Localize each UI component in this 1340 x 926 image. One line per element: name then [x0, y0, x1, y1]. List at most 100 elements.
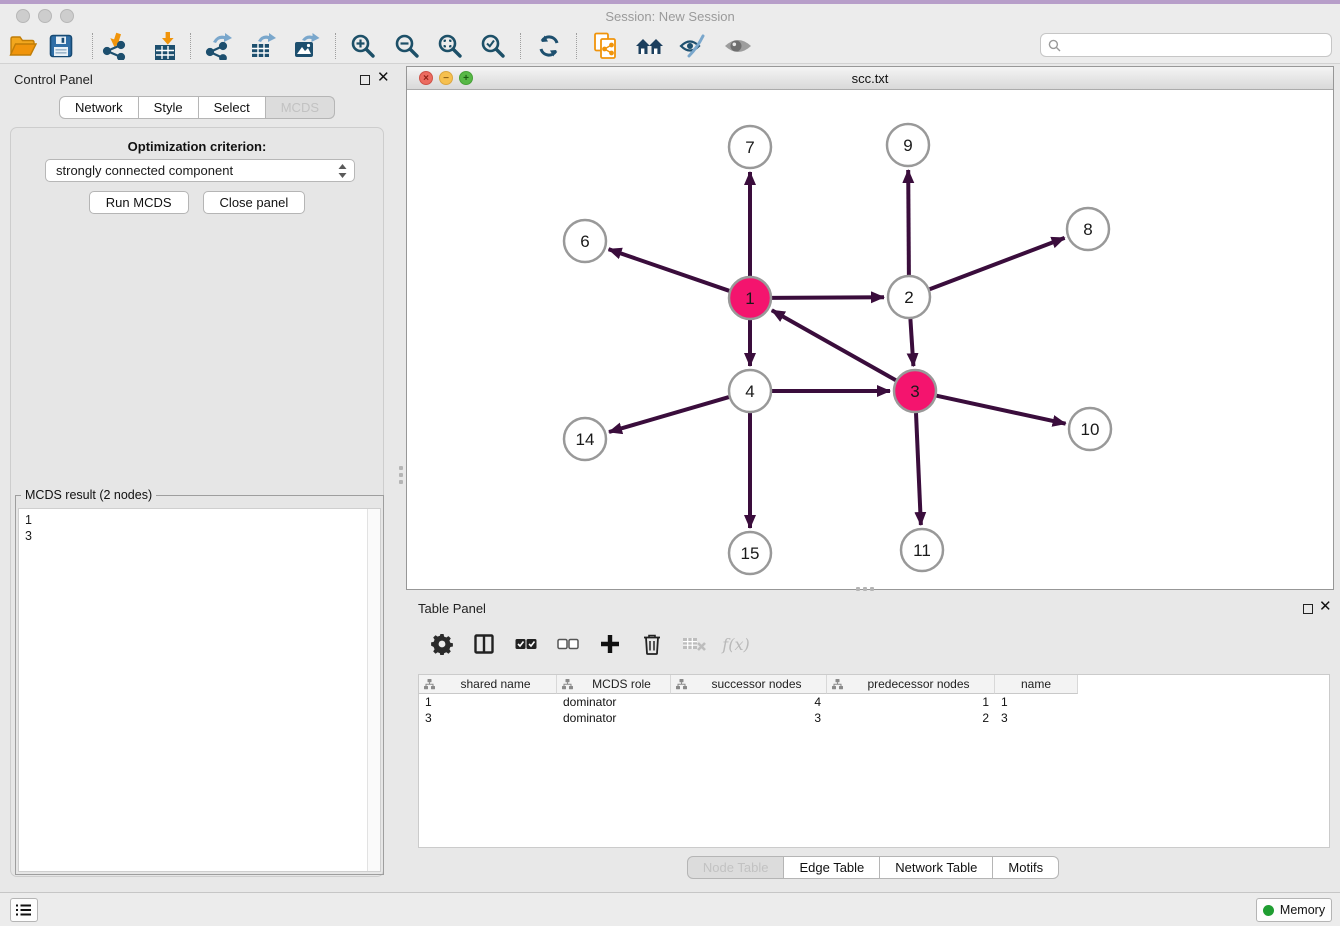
memory-button[interactable]: Memory — [1256, 898, 1332, 922]
table-settings-icon[interactable] — [428, 630, 456, 658]
network-graph[interactable]: 7 9 6 8 1 2 4 3 14 10 15 11 — [407, 90, 1333, 589]
column-header-MCDS-role[interactable]: MCDS role — [557, 675, 671, 694]
tab-network[interactable]: Network — [59, 96, 139, 119]
search-field[interactable] — [1040, 33, 1332, 57]
search-input[interactable] — [1066, 36, 1331, 54]
edge-2-3[interactable] — [910, 319, 913, 366]
hide-selected-icon[interactable] — [676, 30, 710, 62]
save-session-icon[interactable] — [44, 30, 78, 62]
cell[interactable]: 1 — [827, 694, 995, 710]
node-2[interactable]: 2 — [888, 276, 930, 318]
memory-status-icon — [1263, 905, 1274, 916]
vertical-splitter-handle[interactable] — [399, 466, 403, 484]
apply-layout-icon[interactable] — [532, 30, 566, 62]
add-row-icon[interactable] — [596, 630, 624, 658]
node-table: shared nameMCDS rolesuccessor nodesprede… — [418, 674, 1330, 848]
node-11[interactable]: 11 — [901, 529, 943, 571]
cell[interactable]: 3 — [671, 710, 827, 726]
table-toolbar: f(x) — [418, 622, 1334, 666]
node-14[interactable]: 14 — [564, 418, 606, 460]
mcds-panel: Optimization criterion: strongly connect… — [10, 127, 384, 877]
node-1[interactable]: 1 — [729, 277, 771, 319]
cell[interactable]: 4 — [671, 694, 827, 710]
toolbar-separator — [520, 33, 521, 59]
float-panel-icon[interactable] — [360, 75, 370, 85]
column-header-predecessor-nodes[interactable]: predecessor nodes — [827, 675, 995, 694]
show-graphics-details-icon[interactable] — [721, 30, 755, 62]
float-table-panel-icon[interactable] — [1303, 604, 1313, 614]
horizontal-splitter-handle[interactable] — [856, 587, 874, 591]
export-table-icon[interactable] — [246, 30, 280, 62]
tab-select[interactable]: Select — [199, 96, 266, 119]
edge-2-9[interactable] — [908, 170, 909, 275]
tab-style[interactable]: Style — [139, 96, 199, 119]
node-7[interactable]: 7 — [729, 126, 771, 168]
node-15[interactable]: 15 — [729, 532, 771, 574]
node-9[interactable]: 9 — [887, 124, 929, 166]
cell[interactable]: 3 — [995, 710, 1078, 726]
import-table-icon[interactable] — [149, 30, 183, 62]
mcds-result-textarea[interactable]: 1 3 — [18, 508, 381, 872]
node-4[interactable]: 4 — [729, 370, 771, 412]
toggle-columns-icon[interactable] — [470, 630, 498, 658]
delete-row-icon[interactable] — [638, 630, 666, 658]
zoom-selected-icon[interactable] — [476, 30, 510, 62]
cell[interactable]: 3 — [419, 710, 557, 726]
column-header-shared-name[interactable]: shared name — [419, 675, 557, 694]
clone-network-icon[interactable] — [589, 30, 623, 62]
column-header-name[interactable]: name — [995, 675, 1078, 694]
node-6[interactable]: 6 — [564, 220, 606, 262]
control-panel-tabs: NetworkStyleSelectMCDS — [59, 96, 335, 119]
column-header-successor-nodes[interactable]: successor nodes — [671, 675, 827, 694]
export-image-icon[interactable] — [289, 30, 323, 62]
edge-2-8[interactable] — [930, 238, 1065, 289]
table-tabs: Node TableEdge TableNetwork TableMotifs — [687, 856, 1059, 879]
cell[interactable]: 2 — [827, 710, 995, 726]
edge-3-11[interactable] — [916, 413, 921, 525]
close-table-panel-icon[interactable]: ✕ — [1319, 598, 1332, 616]
table-row[interactable]: 3dominator323 — [419, 710, 1329, 726]
optimization-label: Optimization criterion: — [11, 139, 383, 154]
open-session-icon[interactable] — [6, 30, 40, 62]
table-tab-node-table[interactable]: Node Table — [687, 856, 785, 879]
optimization-dropdown[interactable]: strongly connected component — [45, 159, 355, 182]
edge-4-14[interactable] — [609, 397, 729, 432]
edge-1-2[interactable] — [772, 297, 884, 298]
show-panels-button[interactable] — [10, 898, 38, 922]
table-tab-network-table[interactable]: Network Table — [880, 856, 993, 879]
edge-3-10[interactable] — [937, 396, 1066, 424]
cell[interactable]: dominator — [557, 710, 671, 726]
close-panel-icon[interactable]: ✕ — [377, 69, 390, 87]
cell[interactable]: 1 — [995, 694, 1078, 710]
table-tab-edge-table[interactable]: Edge Table — [784, 856, 880, 879]
deselect-all-columns-icon[interactable] — [554, 630, 582, 658]
toolbar-separator — [576, 33, 577, 59]
cell[interactable]: dominator — [557, 694, 671, 710]
select-all-columns-icon[interactable] — [512, 630, 540, 658]
network-window: × − + scc.txt 7 9 6 8 1 2 4 3 14 10 15 11 — [406, 66, 1334, 590]
edge-1-6[interactable] — [609, 249, 730, 291]
cell[interactable]: 1 — [419, 694, 557, 710]
main-toolbar — [0, 28, 1340, 64]
node-3[interactable]: 3 — [894, 370, 936, 412]
tab-mcds[interactable]: MCDS — [266, 96, 335, 119]
node-10[interactable]: 10 — [1069, 408, 1111, 450]
table-row[interactable]: 1dominator411 — [419, 694, 1329, 710]
network-window-titlebar[interactable]: × − + scc.txt — [407, 67, 1333, 90]
zoom-out-icon[interactable] — [390, 30, 424, 62]
run-mcds-button[interactable]: Run MCDS — [89, 191, 189, 214]
show-all-nodes-icon[interactable] — [633, 30, 667, 62]
delete-table-icon[interactable] — [680, 630, 708, 658]
apply-function-icon[interactable]: f(x) — [722, 630, 750, 658]
import-network-icon[interactable] — [99, 30, 133, 62]
zoom-fit-icon[interactable] — [433, 30, 467, 62]
network-canvas[interactable]: 7 9 6 8 1 2 4 3 14 10 15 11 — [407, 90, 1333, 589]
export-network-icon[interactable] — [202, 30, 236, 62]
zoom-in-icon[interactable] — [346, 30, 380, 62]
control-panel-title: Control Panel — [14, 72, 93, 87]
node-8[interactable]: 8 — [1067, 208, 1109, 250]
close-panel-button[interactable]: Close panel — [203, 191, 306, 214]
table-tab-motifs[interactable]: Motifs — [993, 856, 1059, 879]
edge-3-1[interactable] — [772, 310, 896, 380]
result-scrollbar[interactable] — [367, 509, 380, 871]
